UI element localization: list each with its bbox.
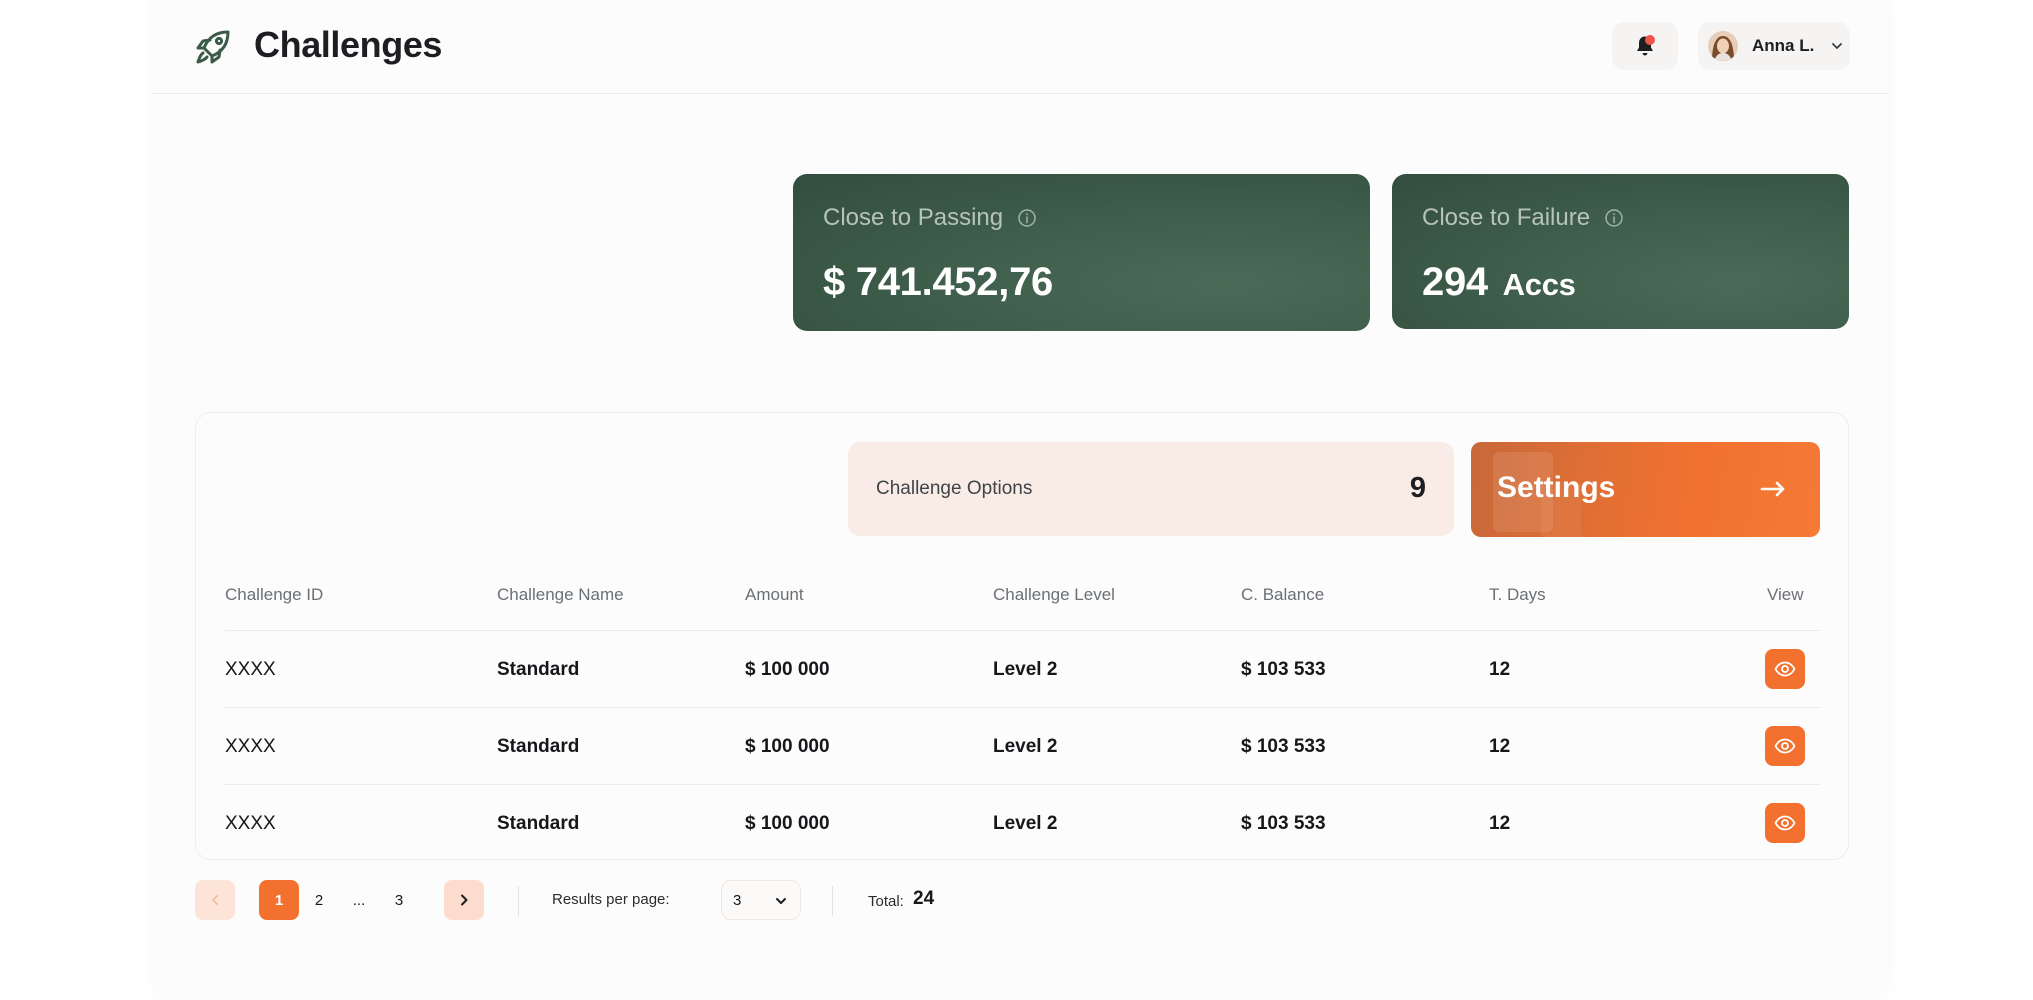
cell-level: Level 2 [993, 813, 1058, 834]
page-ellipsis: ... [352, 891, 366, 909]
cell-amount: $ 100 000 [745, 736, 830, 757]
page-3-button[interactable]: 3 [379, 880, 419, 920]
cell-level: Level 2 [993, 736, 1058, 757]
header: Challenges Anna L. [152, 0, 1889, 94]
stat-card-close-to-passing: Close to Passing $ 741.452,76 [793, 174, 1370, 331]
table-row: XXXX Standard $ 100 000 Level 2 $ 103 53… [225, 631, 1820, 708]
column-header: Amount [745, 585, 804, 604]
results-per-page-label: Results per page: [552, 891, 670, 908]
column-header: T. Days [1489, 585, 1546, 604]
stat-label: Close to Passing [823, 204, 1004, 231]
cell-balance: $ 103 533 [1241, 813, 1326, 834]
view-button[interactable] [1765, 726, 1805, 766]
cell-challenge-name: Standard [497, 736, 580, 757]
user-menu-button[interactable]: Anna L. [1698, 22, 1850, 70]
total-value: 24 [913, 888, 935, 909]
stat-value: $ 741.452,76 [823, 260, 1053, 304]
stat-value: 294 [1422, 260, 1488, 304]
divider [518, 886, 519, 916]
challenges-panel: Challenge Options 9 Settings Challenge I… [195, 412, 1849, 860]
settings-button[interactable]: Settings [1471, 442, 1820, 537]
arrow-right-icon [1760, 481, 1785, 497]
challenge-options-box: Challenge Options 9 [848, 442, 1454, 536]
challenge-options-count: 9 [1409, 472, 1426, 504]
cell-amount: $ 100 000 [745, 659, 830, 680]
pagination: 1 2 ... 3 Results per page: 3 Total: 24 [195, 880, 1195, 922]
chevron-left-icon [212, 895, 218, 905]
divider [832, 886, 833, 916]
chevron-down-icon [776, 898, 786, 904]
cell-challenge-id: XXXX [225, 659, 276, 680]
eye-icon [1774, 661, 1796, 677]
avatar [1708, 31, 1738, 61]
settings-label: Settings [1497, 471, 1616, 504]
cell-balance: $ 103 533 [1241, 659, 1326, 680]
app-shell: Challenges Anna L. Close to Passing $ 74… [152, 0, 1889, 1000]
column-header: C. Balance [1241, 585, 1325, 604]
column-header: Challenge Level [993, 585, 1115, 604]
chevron-down-icon [1832, 43, 1843, 49]
chevron-right-icon [461, 894, 468, 906]
results-per-page-value: 3 [733, 891, 742, 909]
eye-icon [1774, 815, 1796, 831]
column-header: Challenge ID [225, 585, 324, 604]
cell-days: 12 [1489, 659, 1511, 680]
stat-unit: Accs [1502, 267, 1576, 302]
previous-page-button[interactable] [195, 880, 235, 920]
page-2-button[interactable]: 2 [299, 880, 339, 920]
column-header: View [1767, 585, 1804, 604]
page-title: Challenges [254, 24, 443, 65]
stat-card-close-to-failure: Close to Failure 294 Accs [1392, 174, 1849, 329]
info-icon [1018, 209, 1036, 227]
results-per-page-select[interactable]: 3 [721, 880, 801, 920]
cell-challenge-id: XXXX [225, 813, 276, 834]
eye-icon [1774, 738, 1796, 754]
view-button[interactable] [1765, 803, 1805, 843]
cell-level: Level 2 [993, 659, 1058, 680]
user-name: Anna L. [1752, 36, 1815, 55]
cell-balance: $ 103 533 [1241, 736, 1326, 757]
info-icon [1605, 209, 1623, 227]
page-1-button[interactable]: 1 [259, 880, 299, 920]
cell-challenge-name: Standard [497, 659, 580, 680]
table-row: XXXX Standard $ 100 000 Level 2 $ 103 53… [225, 785, 1820, 862]
cell-days: 12 [1489, 813, 1511, 834]
notifications-button[interactable] [1612, 22, 1678, 70]
rocket-icon [196, 30, 230, 64]
table-row: XXXX Standard $ 100 000 Level 2 $ 103 53… [225, 708, 1820, 785]
next-page-button[interactable] [444, 880, 484, 920]
cell-amount: $ 100 000 [745, 813, 830, 834]
column-header: Challenge Name [497, 585, 624, 604]
cell-challenge-id: XXXX [225, 736, 276, 757]
notification-dot [1645, 35, 1655, 45]
view-button[interactable] [1765, 649, 1805, 689]
cell-days: 12 [1489, 736, 1511, 757]
total-label: Total: [868, 893, 904, 910]
stat-label: Close to Failure [1422, 204, 1591, 231]
challenge-options-label: Challenge Options [876, 478, 1033, 499]
cell-challenge-name: Standard [497, 813, 580, 834]
table-header: Challenge ID Challenge Name Amount Chall… [225, 585, 1820, 631]
